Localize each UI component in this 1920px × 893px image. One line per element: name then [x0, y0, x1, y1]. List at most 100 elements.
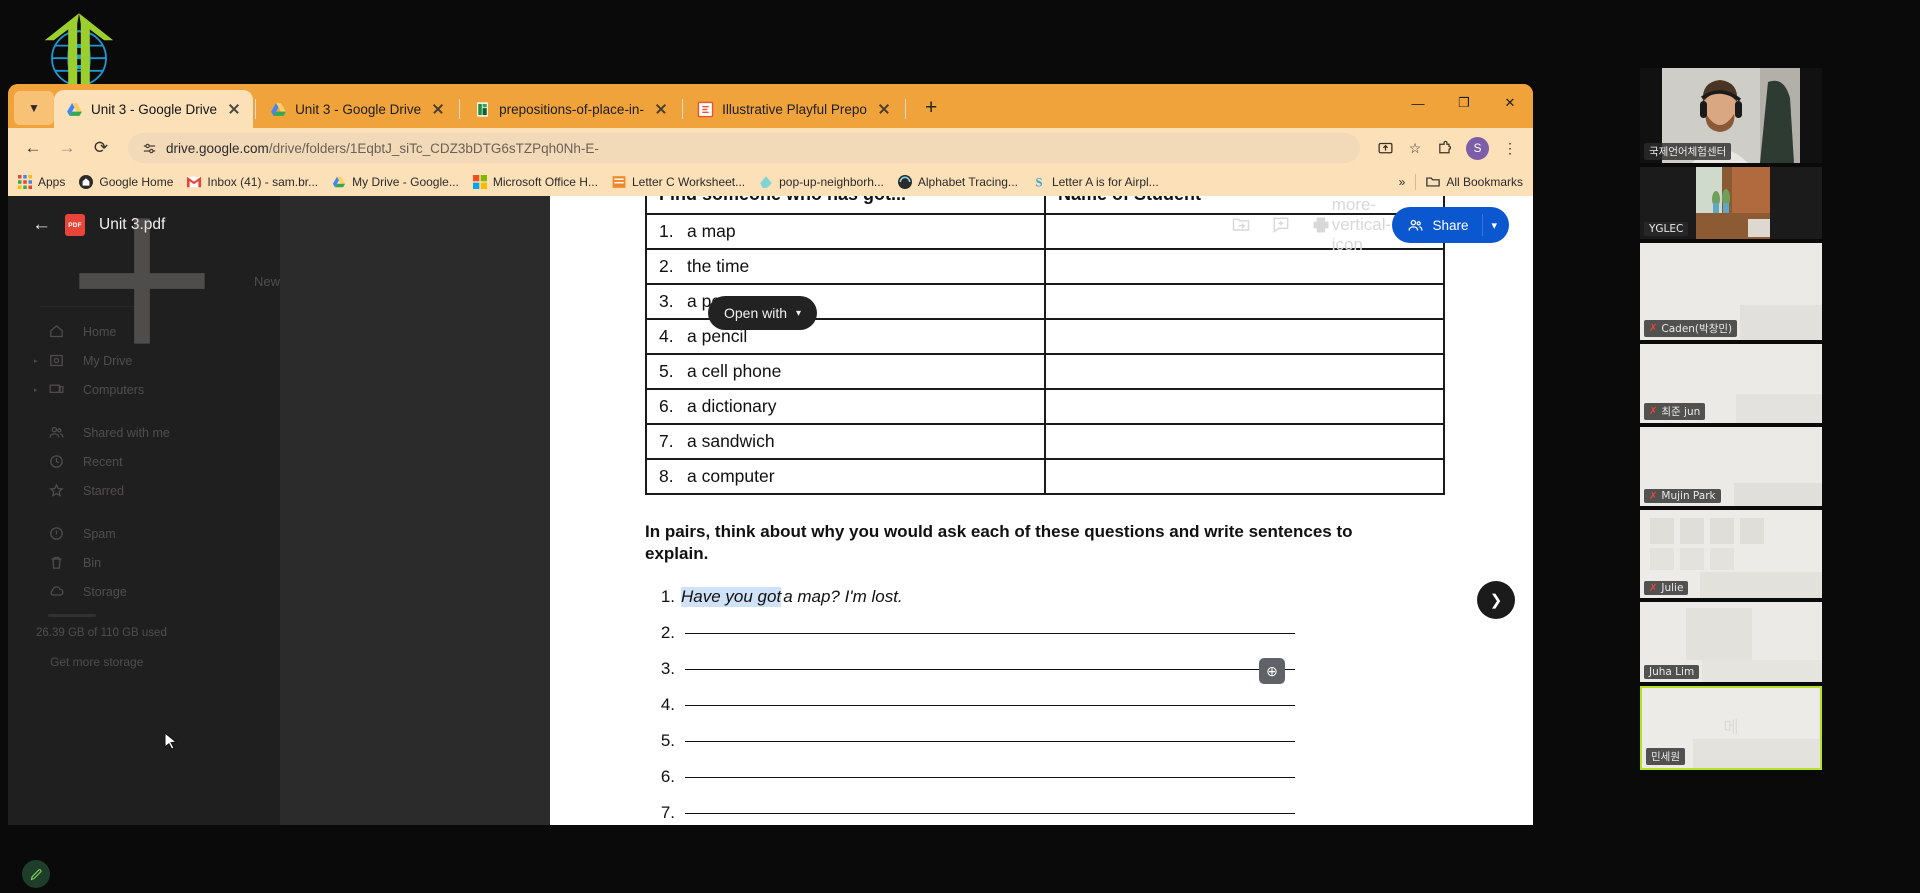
row-number: 4.	[659, 326, 674, 346]
tab-search-chevron-icon[interactable]: ▼	[14, 91, 54, 125]
all-bookmarks-label: All Bookmarks	[1446, 175, 1523, 189]
share-screen-icon[interactable]	[1372, 135, 1398, 161]
tab-3[interactable]: Illustrative Playful Prepositions	[685, 90, 903, 128]
sidebar-item-bin[interactable]: Bin	[8, 548, 280, 577]
participant-tile-3[interactable]: ✗ 최준 jun	[1640, 344, 1822, 423]
add-to-drive-icon[interactable]	[1224, 208, 1258, 242]
site-settings-icon[interactable]	[142, 141, 157, 156]
row-item: a sandwich	[687, 431, 775, 451]
share-caret-icon[interactable]: ▾	[1491, 219, 1497, 232]
tab-1-close-icon[interactable]	[429, 100, 447, 118]
sidebar-item-starred[interactable]: Starred	[8, 476, 280, 505]
tab-1[interactable]: Unit 3 - Google Drive	[258, 90, 457, 128]
share-button[interactable]: Share ▾	[1392, 207, 1509, 243]
participant-tile-6[interactable]: Juha Lim	[1640, 602, 1822, 682]
tab-2[interactable]: prepositions-of-place-in-engli	[462, 90, 680, 128]
sidebar-item-computers[interactable]: ▸ Computers	[8, 375, 280, 404]
tab-2-title: prepositions-of-place-in-engli	[499, 101, 644, 117]
bookmarks-bar-right: » All Bookmarks	[1399, 174, 1523, 190]
participant-name-0: 국제언어체험센터	[1644, 143, 1732, 160]
ms-office-icon	[472, 175, 487, 189]
table-row: 6. a dictionary	[644, 388, 1445, 425]
participant-name-2: ✗ Caden(박창민)	[1644, 320, 1738, 337]
muted-mic-icon: ✗	[1649, 490, 1658, 502]
participant-tile-2[interactable]: ✗ Caden(박창민)	[1640, 243, 1822, 340]
sidebar-item-recent[interactable]: Recent	[8, 447, 280, 476]
back-button[interactable]: ←	[18, 133, 48, 163]
browser-menu-icon[interactable]: ⋮	[1497, 135, 1523, 161]
bookmark-letter-a-airplane[interactable]: S Letter A is for Airpl...	[1032, 175, 1158, 189]
tab-0[interactable]: Unit 3 - Google Drive	[54, 90, 254, 128]
open-with-button[interactable]: Open with ▾	[708, 296, 818, 330]
profile-avatar[interactable]: S	[1466, 136, 1489, 160]
sidebar-item-shared-with-me[interactable]: Shared with me	[8, 418, 280, 447]
bookmark-popup-neighborhood-label: pop-up-neighborh...	[779, 175, 884, 189]
sidebar-item-bin-label: Bin	[83, 555, 102, 570]
muted-mic-icon: ✗	[1649, 323, 1658, 334]
svg-text:메: 메	[1723, 718, 1738, 737]
participant-tile-5[interactable]: ✗ Julie	[1640, 510, 1822, 598]
share-people-icon	[1408, 219, 1423, 231]
table-row: 8. a computer	[644, 458, 1445, 495]
maximize-button[interactable]: ❐	[1441, 84, 1487, 122]
drive-app: ← PDF Unit 3.pdf New Home ▸ My Drive ▸ C…	[8, 196, 1533, 825]
close-window-button[interactable]: ✕	[1487, 84, 1533, 122]
bookmark-alphabet-tracing[interactable]: Alphabet Tracing...	[897, 175, 1018, 189]
extensions-puzzle-icon[interactable]	[1432, 135, 1458, 161]
add-comment-icon[interactable]	[1264, 208, 1298, 242]
bookmarks-divider	[1415, 174, 1417, 190]
cloud-icon	[50, 586, 64, 596]
forward-button[interactable]: →	[52, 133, 82, 163]
bookmark-microsoft-office[interactable]: Microsoft Office H...	[472, 175, 598, 189]
answer-number: 1.	[660, 586, 675, 606]
bookmark-letter-c-worksheet[interactable]: Letter C Worksheet...	[612, 175, 745, 189]
drive-favicon-icon	[67, 102, 82, 116]
new-tab-button[interactable]: +	[916, 93, 946, 123]
participant-tile-1[interactable]: YGLEC	[1640, 167, 1822, 239]
tab-separator	[682, 99, 684, 119]
bookmarks-overflow-chevron-icon[interactable]: »	[1399, 175, 1406, 189]
table-row: 7. a sandwich	[644, 423, 1445, 460]
sidebar-item-storage[interactable]: Storage	[8, 577, 280, 606]
open-with-caret-icon[interactable]: ▾	[796, 308, 801, 319]
all-bookmarks-button[interactable]: All Bookmarks	[1426, 175, 1523, 189]
new-button[interactable]: New	[8, 218, 280, 344]
add-note-button[interactable]: ⊕	[1259, 658, 1285, 684]
participant-tile-4[interactable]: ✗ Mujin Park	[1640, 427, 1822, 506]
tab-2-close-icon[interactable]	[652, 100, 670, 118]
sidebar-item-starred-label: Starred	[83, 483, 124, 498]
row-number: 6.	[659, 396, 674, 416]
reload-button[interactable]: ⟳	[86, 133, 116, 163]
participant-tile-7[interactable]: 메 민세원	[1640, 686, 1822, 770]
get-more-storage-button[interactable]: Get more storage	[50, 655, 280, 669]
answer-highlight: Have you got	[681, 586, 782, 607]
bookmark-star-icon[interactable]: ☆	[1402, 135, 1428, 161]
people-icon	[49, 426, 64, 438]
more-options-icon[interactable]: more-vertical-icon	[1332, 196, 1392, 254]
sidebar-item-spam[interactable]: Spam	[8, 519, 280, 548]
next-page-arrow-button[interactable]: ❯	[1477, 581, 1515, 619]
participant-6-label: Juha Lim	[1649, 666, 1695, 678]
participant-7-label: 민세원	[1651, 751, 1680, 763]
participant-name-6: Juha Lim	[1644, 665, 1700, 679]
participant-tile-0[interactable]: 국제언어체험센터	[1640, 68, 1822, 163]
bookmark-popup-neighborhood[interactable]: pop-up-neighborh...	[759, 175, 884, 189]
answer-row-2: 2.	[645, 623, 1445, 659]
row-number: 2.	[659, 256, 674, 276]
tab-0-close-icon[interactable]	[225, 100, 243, 118]
expand-my-drive-icon[interactable]: ▸	[34, 357, 38, 365]
answer-row-3: 3.	[645, 659, 1445, 695]
muted-mic-icon: ✗	[1649, 582, 1658, 594]
answer-number: 2.	[660, 622, 675, 642]
annotate-pencil-button[interactable]	[22, 860, 50, 888]
tab-0-title: Unit 3 - Google Drive	[91, 101, 218, 117]
participant-name-3: ✗ 최준 jun	[1644, 403, 1706, 420]
minimize-button[interactable]: —	[1395, 84, 1441, 122]
bookmark-my-drive[interactable]: My Drive - Google...	[332, 175, 459, 189]
answer-blank-line	[685, 704, 1295, 706]
address-bar[interactable]: drive.google.com/drive/folders/1EqbtJ_si…	[128, 133, 1360, 163]
table-cell-name	[1044, 353, 1445, 390]
share-button-label: Share	[1432, 217, 1469, 233]
tab-3-close-icon[interactable]	[875, 100, 893, 118]
expand-computers-icon[interactable]: ▸	[34, 386, 38, 394]
